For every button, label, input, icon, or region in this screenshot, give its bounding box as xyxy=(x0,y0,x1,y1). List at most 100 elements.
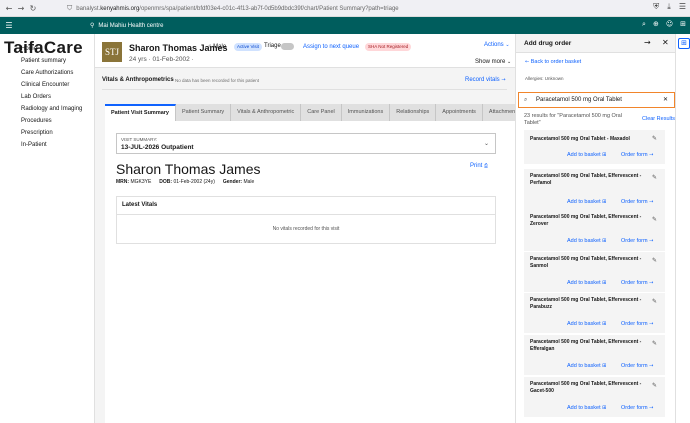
mrn-label: MRN: xyxy=(116,179,130,185)
back-to-basket-link[interactable]: ← Back to order basket xyxy=(525,59,581,65)
grid-icon[interactable]: ⊞ xyxy=(680,20,686,29)
tab-attachments[interactable]: Attachments xyxy=(482,104,515,121)
order-basket-icon[interactable]: ⊞ xyxy=(678,38,690,49)
cart-icon: ⊞ xyxy=(602,199,607,205)
order-form-button[interactable]: Order form → xyxy=(621,363,653,369)
app-logo[interactable]: TaifaCare xyxy=(4,38,83,58)
dob-field: DOB: 01-Feb-2002 (24y) xyxy=(159,179,215,185)
clear-icon[interactable]: ✕ xyxy=(663,96,668,103)
pin-icon[interactable]: ✎ xyxy=(652,257,657,264)
show-more-button[interactable]: Show more ⌄ xyxy=(475,59,511,65)
drug-card: Paracetamol 500 mg Oral Tablet, Efferves… xyxy=(524,293,665,333)
chevron-down-icon: ⌄ xyxy=(507,59,512,65)
patient-banner: STJ Sharon Thomas James ♂ Male Active Vi… xyxy=(95,34,515,68)
pin-icon[interactable]: ✎ xyxy=(652,340,657,347)
arrow-right-icon[interactable]: → xyxy=(644,38,651,47)
panel-header: Add drug order → ✕ xyxy=(516,34,675,53)
forward-icon[interactable]: → xyxy=(15,4,27,13)
tab-immunizations[interactable]: Immunizations xyxy=(341,104,391,121)
sidebar-item-clinical-encounter[interactable]: Clinical Encounter xyxy=(0,79,95,91)
triage-toggle[interactable] xyxy=(281,43,294,50)
reload-icon[interactable]: ↻ xyxy=(27,4,39,13)
tab-patient-visit-summary[interactable]: Patient Visit Summary xyxy=(105,104,176,121)
arrow-right-icon: → xyxy=(649,321,654,327)
download-icon[interactable]: ⤓ xyxy=(667,2,671,12)
vitals-note: No data has been recorded for this patie… xyxy=(175,78,260,83)
arrow-right-icon: → xyxy=(501,77,506,83)
gender-label: Gender: xyxy=(222,179,243,185)
drug-card: Paracetamol 500 mg Oral Tablet, Efferves… xyxy=(524,169,665,211)
actions-button[interactable]: Actions ⌄ xyxy=(484,42,510,48)
visit-select[interactable]: VISIT SUMMARY: 13-JUL-2026 Outpatient ⌄ xyxy=(116,133,496,154)
record-vitals-link[interactable]: Record vitals → xyxy=(465,77,506,83)
drug-search-input[interactable]: ⌕ Paracetamol 500 mg Oral Tablet ✕ xyxy=(518,92,675,108)
search-icon[interactable]: ⌕ xyxy=(642,20,646,29)
add-to-basket-button[interactable]: Add to basket ⊞ xyxy=(567,199,606,205)
order-form-button[interactable]: Order form → xyxy=(621,405,653,411)
order-form-label: Order form xyxy=(621,321,648,327)
add-patient-icon[interactable]: ⊕ xyxy=(653,20,659,29)
tab-patient-summary[interactable]: Patient Summary xyxy=(175,104,232,121)
url-prefix: banalyst. xyxy=(76,5,101,12)
menu-icon[interactable]: ☰ xyxy=(679,2,686,12)
visit-summary-content: VISIT SUMMARY: 13-JUL-2026 Outpatient ⌄ … xyxy=(105,121,515,423)
arrow-right-icon: → xyxy=(649,238,654,244)
order-form-label: Order form xyxy=(621,363,648,369)
pin-icon[interactable]: ✎ xyxy=(652,135,657,142)
add-to-basket-button[interactable]: Add to basket ⊞ xyxy=(567,363,606,369)
clear-results-link[interactable]: Clear Results xyxy=(642,116,675,122)
order-form-button[interactable]: Order form → xyxy=(621,152,653,158)
order-form-button[interactable]: Order form → xyxy=(621,321,653,327)
arrow-right-icon: → xyxy=(649,363,654,369)
sidebar-item-radiology[interactable]: Radiology and Imaging xyxy=(0,103,95,115)
back-icon[interactable]: ← xyxy=(3,4,15,13)
cart-icon: ⊞ xyxy=(602,405,607,411)
arrow-right-icon: → xyxy=(649,199,654,205)
pin-icon[interactable]: ✎ xyxy=(652,174,657,181)
gender-field: Gender: Male xyxy=(223,179,254,185)
add-to-basket-button[interactable]: Add to basket ⊞ xyxy=(567,238,606,244)
browser-toolbar: ← → ↻ ⛉ banalyst. kenyahmis.org/openmrs/s… xyxy=(0,0,690,17)
sidebar-item-lab-orders[interactable]: Lab Orders xyxy=(0,91,95,103)
drug-name: Paracetamol 500 mg Oral Tablet - Maxadol xyxy=(530,136,630,142)
sidebar-item-care-authorizations[interactable]: Care Authorizations xyxy=(0,67,95,79)
hamburger-icon[interactable]: ☰ xyxy=(2,21,16,30)
drug-card: Paracetamol 500 mg Oral Tablet, Efferves… xyxy=(524,377,665,417)
close-icon[interactable]: ✕ xyxy=(662,38,669,47)
user-icon[interactable]: ☺ xyxy=(666,20,673,29)
shield-check-icon[interactable]: ⛨ xyxy=(653,2,659,12)
add-to-basket-button[interactable]: Add to basket ⊞ xyxy=(567,321,606,327)
print-button[interactable]: Print ⎙ xyxy=(470,163,488,169)
add-to-basket-label: Add to basket xyxy=(567,321,601,327)
pin-icon[interactable]: ✎ xyxy=(652,298,657,305)
order-form-button[interactable]: Order form → xyxy=(621,280,653,286)
address-bar[interactable]: ⛉ banalyst. kenyahmis.org/openmrs/spa/pat… xyxy=(67,3,612,14)
tab-relationships[interactable]: Relationships xyxy=(390,104,437,121)
sidebar-item-prescription[interactable]: Prescription xyxy=(0,127,95,139)
tab-care-panel[interactable]: Care Panel xyxy=(301,104,342,121)
visit-patient-name: Sharon Thomas James xyxy=(116,161,261,177)
order-form-button[interactable]: Order form → xyxy=(621,238,653,244)
assign-queue-link[interactable]: Assign to next queue xyxy=(303,44,359,50)
record-vitals-label: Record vitals xyxy=(465,77,500,83)
gender-value: Male xyxy=(243,179,255,185)
order-form-button[interactable]: Order form → xyxy=(621,199,653,205)
arrow-right-icon: → xyxy=(649,152,654,158)
pin-icon[interactable]: ✎ xyxy=(652,382,657,389)
sidebar-item-in-patient[interactable]: In-Patient xyxy=(0,139,95,151)
add-to-basket-button[interactable]: Add to basket ⊞ xyxy=(567,280,606,286)
latest-vitals-card: Latest Vitals No vitals recorded for thi… xyxy=(116,196,496,244)
pin-icon[interactable]: ✎ xyxy=(652,216,657,223)
actions-label: Actions xyxy=(484,42,504,48)
tab-vitals[interactable]: Vitals & Anthropometric xyxy=(231,104,302,121)
drug-name: Paracetamol 500 mg Oral Tablet, Efferves… xyxy=(530,173,642,186)
location-name[interactable]: Mai Mahiu Health centre xyxy=(98,23,163,29)
sidebar-item-procedures[interactable]: Procedures xyxy=(0,115,95,127)
add-to-basket-button[interactable]: Add to basket ⊞ xyxy=(567,152,606,158)
tab-appointments[interactable]: Appointments xyxy=(436,104,483,121)
add-to-basket-label: Add to basket xyxy=(567,199,601,205)
add-to-basket-button[interactable]: Add to basket ⊞ xyxy=(567,405,606,411)
divider xyxy=(117,214,495,215)
results-count: 23 results for "Paracetamol 500 mg Oral … xyxy=(524,113,622,127)
latest-vitals-title: Latest Vitals xyxy=(122,202,158,208)
